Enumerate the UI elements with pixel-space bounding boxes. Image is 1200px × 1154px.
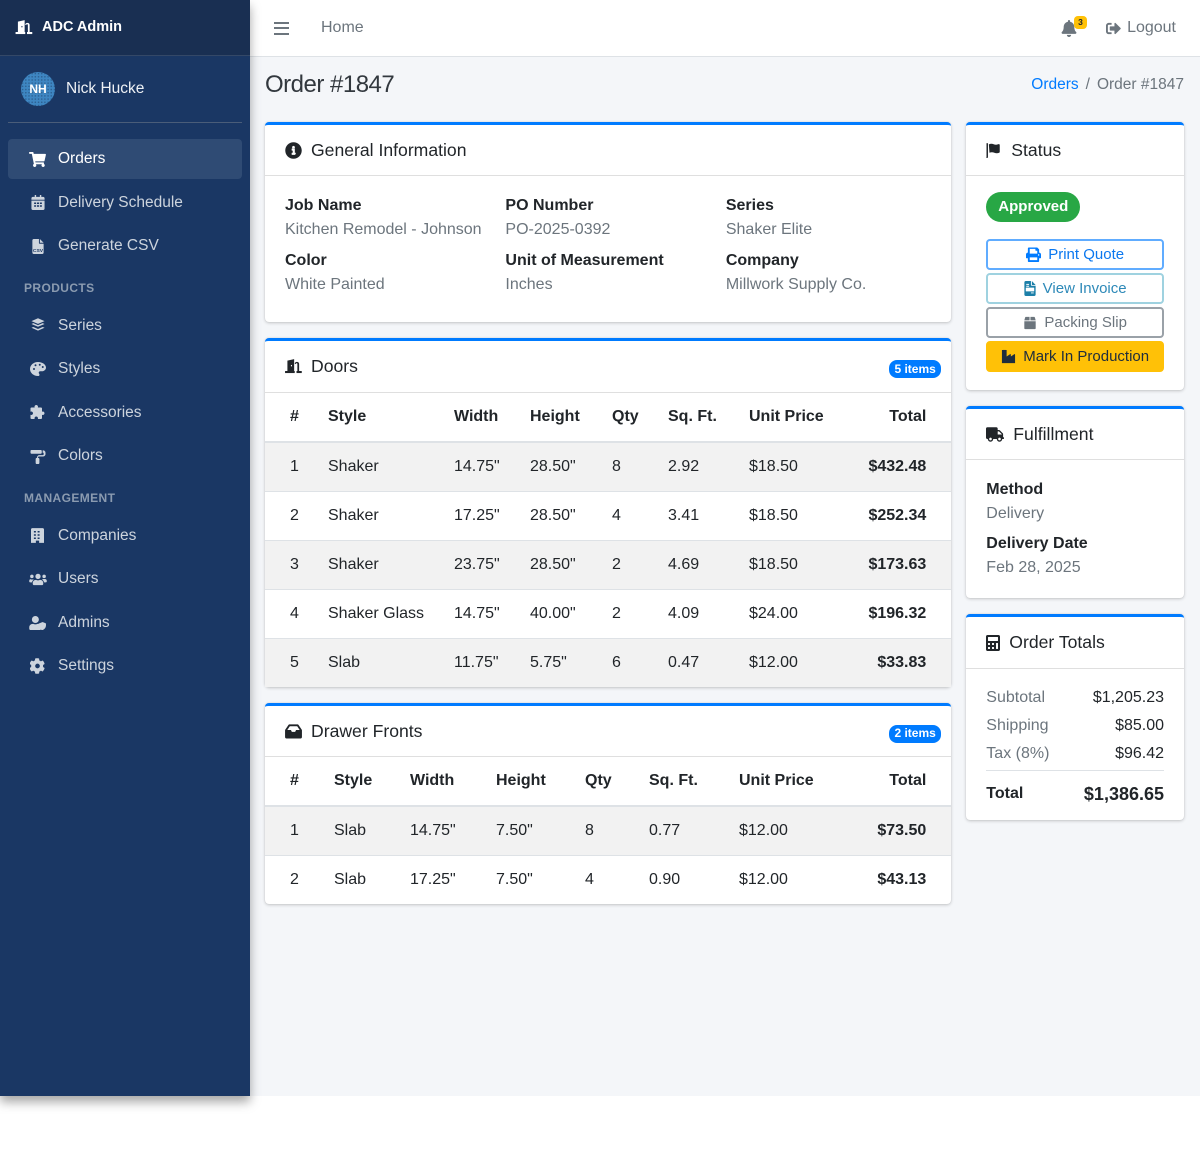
svg-text:CSV: CSV (32, 247, 43, 253)
